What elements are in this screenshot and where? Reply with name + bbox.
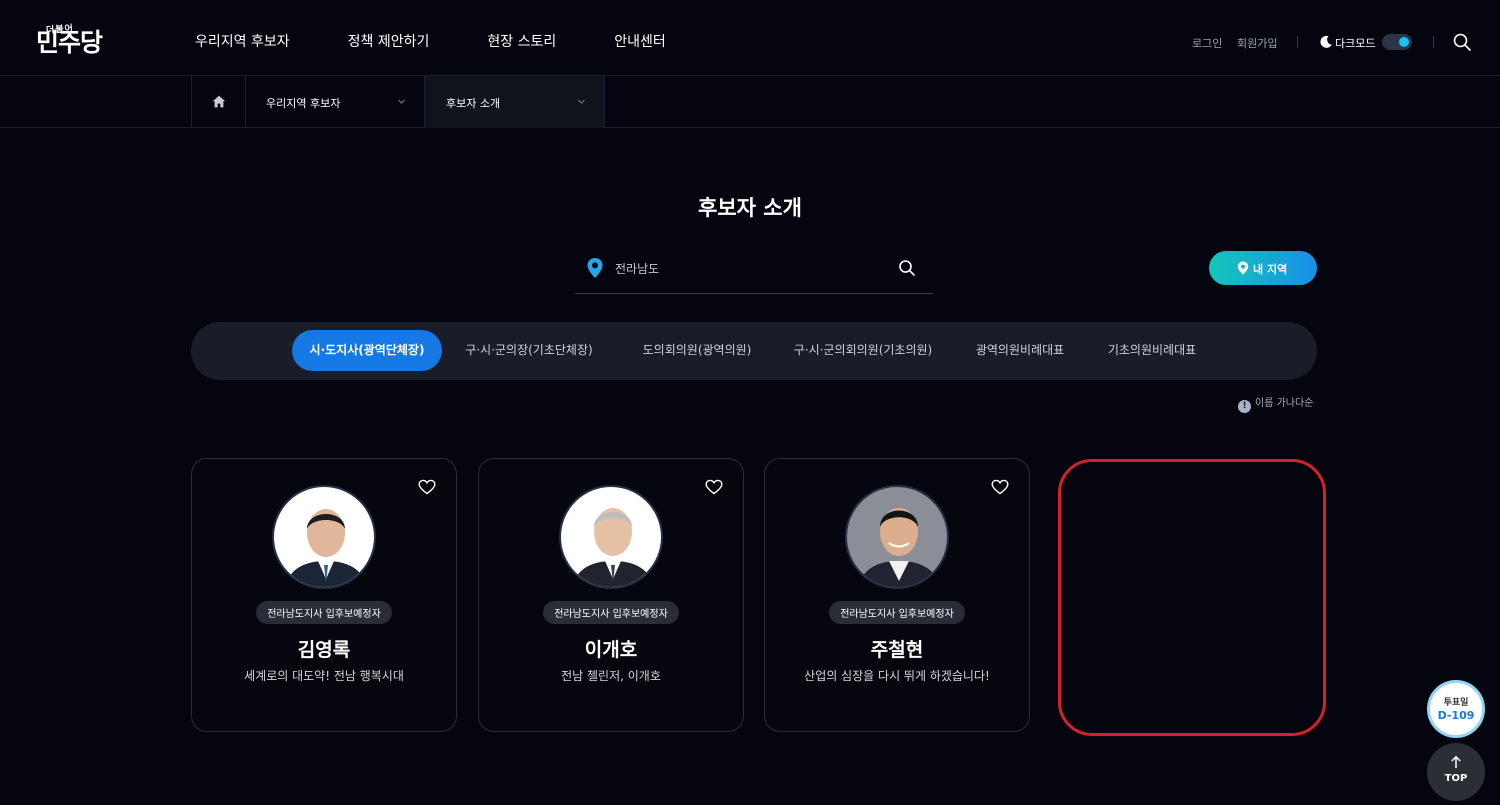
join-link[interactable]: 회원가입 <box>1237 35 1277 51</box>
page-title: 후보자 소개 <box>698 196 802 220</box>
region-search <box>575 248 933 294</box>
tab-basic-proportional[interactable]: 기초의원비례대표 <box>1097 330 1207 371</box>
my-region-button[interactable]: 내 지역 <box>1209 251 1317 285</box>
category-tabs: 시·도지사(광역단체장) 구·시·군의장(기초단체장) 도의회의원(광역의원) … <box>191 322 1317 380</box>
dark-mode-label: 다크모드 <box>1335 37 1376 50</box>
candidate-role-badge: 전라남도지사 입후보예정자 <box>256 601 392 624</box>
dark-mode-toggle[interactable] <box>1382 34 1412 50</box>
tab-provincial-council[interactable]: 도의회의원(광역의원) <box>627 330 767 371</box>
scroll-top-label: TOP <box>1444 773 1468 784</box>
info-icon: ! <box>1238 400 1251 413</box>
heart-icon[interactable] <box>705 479 723 495</box>
election-dday-badge[interactable]: 투표일 D-109 <box>1427 680 1485 738</box>
dday-value: D-109 <box>1437 709 1475 722</box>
party-logo[interactable]: 더불어 민주당 <box>36 22 110 58</box>
candidate-role: 전라남도지사 입후보예정자 <box>765 601 1029 624</box>
my-region-label: 내 지역 <box>1253 263 1288 276</box>
candidate-photo <box>845 485 949 589</box>
site-header: 더불어 민주당 우리지역 후보자 정책 제안하기 현장 스토리 안내센터 로그인… <box>0 0 1500 76</box>
chevron-down-icon <box>398 99 405 104</box>
logo-main-text: 민주당 <box>36 28 103 57</box>
candidate-role-badge: 전라남도지사 입후보예정자 <box>829 601 965 624</box>
tab-metropolitan-proportional[interactable]: 광역의원비례대표 <box>965 330 1075 371</box>
candidate-role-badge: 전라남도지사 입후보예정자 <box>543 601 679 624</box>
scroll-top-button[interactable]: TOP <box>1427 743 1485 801</box>
breadcrumb-level1-select[interactable]: 우리지역 후보자 <box>245 76 425 128</box>
breadcrumb-level2-select[interactable]: 후보자 소개 <box>425 76 605 128</box>
candidate-photo <box>272 485 376 589</box>
search-icon[interactable] <box>1452 32 1472 52</box>
candidate-role: 전라남도지사 입후보예정자 <box>192 601 456 624</box>
heart-icon[interactable] <box>418 479 436 495</box>
nav-local-candidates[interactable]: 우리지역 후보자 <box>195 0 290 76</box>
region-search-input[interactable] <box>615 258 885 278</box>
candidate-slogan: 산업의 심장을 다시 뛰게 하겠습니다! <box>804 669 990 683</box>
nav-policy-proposal[interactable]: 정책 제안하기 <box>348 0 430 76</box>
location-pin-icon <box>1237 261 1249 275</box>
util-divider <box>1297 36 1298 48</box>
home-icon <box>212 95 226 108</box>
breadcrumb-home[interactable] <box>191 76 246 128</box>
moon-icon <box>1320 35 1332 48</box>
arrow-up-icon <box>1451 755 1461 768</box>
chevron-down-icon <box>578 99 585 104</box>
login-link[interactable]: 로그인 <box>1192 35 1222 51</box>
sort-note: ! 이름 가나다순 <box>1238 394 1313 413</box>
sort-note-text: 이름 가나다순 <box>1255 398 1314 409</box>
heart-icon[interactable] <box>991 479 1009 495</box>
nav-field-story[interactable]: 현장 스토리 <box>487 0 556 76</box>
dday-label: 투표일 <box>1443 698 1469 708</box>
tab-basic-head[interactable]: 구·시·군의장(기초단체장) <box>455 330 603 371</box>
candidate-name: 주철현 <box>870 639 924 661</box>
candidate-slogan: 전남 첼린저, 이개호 <box>561 669 661 683</box>
candidate-portrait <box>572 508 654 587</box>
candidate-card[interactable]: 전라남도지사 입후보예정자 주철현 산업의 심장을 다시 뛰게 하겠습니다! <box>764 458 1030 732</box>
tab-local-council[interactable]: 구·시·군의회의원(기초의원) <box>783 330 943 371</box>
tab-metropolitan-head[interactable]: 시·도지사(광역단체장) <box>292 330 442 371</box>
candidate-card[interactable]: 전라남도지사 입후보예정자 김영록 세계로의 대도약! 전남 행복시대 <box>191 458 457 732</box>
toggle-knob <box>1399 37 1409 47</box>
candidate-slogan: 세계로의 대도약! 전남 행복시대 <box>244 669 404 683</box>
breadcrumb-level1-label: 우리지역 후보자 <box>266 97 341 110</box>
nav-info-center[interactable]: 안내센터 <box>614 0 666 76</box>
candidate-role: 전라남도지사 입후보예정자 <box>479 601 743 624</box>
candidate-name: 김영록 <box>297 639 351 661</box>
main-nav: 우리지역 후보자 정책 제안하기 현장 스토리 안내센터 <box>195 0 724 76</box>
search-icon[interactable] <box>898 259 916 277</box>
candidate-card[interactable]: 전라남도지사 입후보예정자 이개호 전남 첼린저, 이개호 <box>478 458 744 732</box>
breadcrumb: 우리지역 후보자 후보자 소개 <box>0 76 1500 128</box>
candidate-portrait <box>285 509 367 587</box>
location-pin-icon <box>587 258 603 278</box>
candidate-photo <box>559 485 663 589</box>
candidate-name: 이개호 <box>584 639 638 661</box>
util-divider <box>1433 36 1434 48</box>
empty-card-highlight <box>1058 459 1326 736</box>
breadcrumb-level2-label: 후보자 소개 <box>446 97 501 110</box>
candidate-portrait <box>858 508 940 587</box>
